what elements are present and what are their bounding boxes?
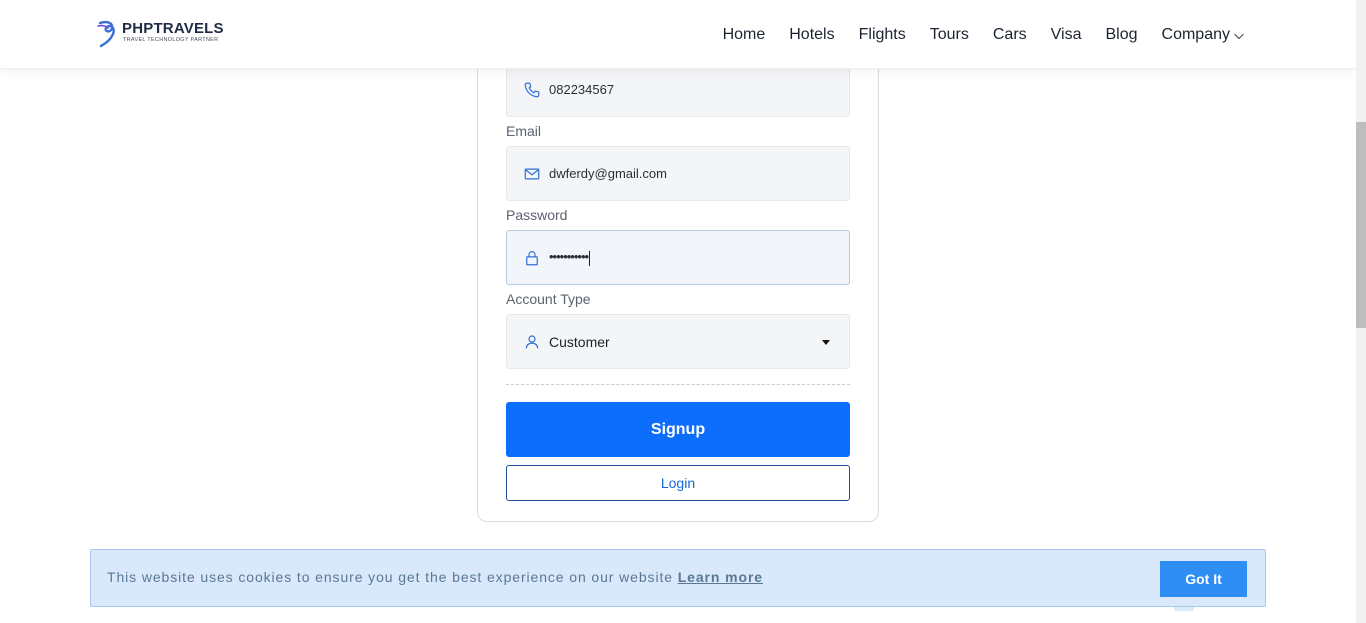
- cookie-banner: This website uses cookies to ensure you …: [90, 549, 1266, 607]
- page-scrollbar[interactable]: [1356, 0, 1366, 623]
- password-value: •••••••••••: [549, 249, 591, 266]
- nav-hotels[interactable]: Hotels: [789, 26, 834, 44]
- nav-home[interactable]: Home: [723, 26, 766, 44]
- email-field[interactable]: dwferdy@gmail.com: [506, 146, 850, 201]
- cookie-message-text: This website uses cookies to ensure you …: [107, 569, 673, 585]
- login-button[interactable]: Login: [506, 465, 850, 501]
- main-nav: Home Hotels Flights Tours Cars Visa Blog…: [723, 0, 1245, 69]
- lock-icon: [526, 250, 538, 265]
- password-label: Password: [506, 207, 568, 223]
- nav-flights-label: Flights: [858, 25, 906, 43]
- brand-tagline: TRAVEL TECHNOLOGY PARTNER: [123, 37, 219, 43]
- envelope-icon: [524, 168, 540, 179]
- nav-visa[interactable]: Visa: [1051, 26, 1082, 44]
- nav-home-label: Home: [722, 25, 766, 43]
- scrollbar-thumb[interactable]: [1356, 122, 1366, 328]
- brand-name: PHPTRAVELS: [122, 20, 224, 37]
- nav-cars[interactable]: Cars: [993, 26, 1027, 44]
- email-label: Email: [506, 123, 542, 139]
- cookie-message: This website uses cookies to ensure you …: [107, 569, 763, 585]
- account-type-label: Account Type: [506, 291, 591, 307]
- form-divider: [506, 384, 850, 385]
- nav-blog-label: Blog: [1105, 25, 1138, 43]
- nav-company-dropdown[interactable]: Company: [1162, 26, 1245, 44]
- brand-text: PHPTRAVELS TRAVEL TECHNOLOGY PARTNER: [122, 20, 224, 43]
- nav-cars-label: Cars: [992, 25, 1027, 43]
- phone-field[interactable]: 082234567: [506, 62, 850, 117]
- text-caret: [589, 250, 591, 266]
- got-it-button[interactable]: Got It: [1160, 561, 1247, 597]
- signup-button[interactable]: Signup: [506, 402, 850, 457]
- nav-tours-label: Tours: [929, 25, 969, 43]
- nav-visa-label: Visa: [1050, 25, 1082, 43]
- nav-tours[interactable]: Tours: [930, 26, 969, 44]
- logo-icon: [97, 20, 115, 48]
- nav-flights[interactable]: Flights: [859, 26, 906, 44]
- password-dots: •••••••••••: [549, 249, 589, 265]
- top-navbar: PHPTRAVELS TRAVEL TECHNOLOGY PARTNER Hom…: [0, 0, 1356, 69]
- nav-hotels-label: Hotels: [789, 25, 835, 43]
- account-type-select[interactable]: Customer: [506, 314, 850, 369]
- learn-more-link[interactable]: Learn more: [678, 569, 763, 585]
- brand-logo[interactable]: PHPTRAVELS TRAVEL TECHNOLOGY PARTNER: [96, 20, 224, 48]
- email-value: dwferdy@gmail.com: [549, 166, 667, 181]
- phone-icon: [524, 82, 540, 97]
- nav-company-label: Company: [1161, 25, 1230, 43]
- chevron-down-icon: [1234, 33, 1244, 39]
- nav-blog[interactable]: Blog: [1105, 26, 1137, 44]
- caret-down-icon: [822, 340, 830, 345]
- password-field[interactable]: •••••••••••: [506, 230, 850, 285]
- phone-value: 082234567: [549, 82, 615, 97]
- user-icon: [525, 334, 539, 348]
- account-type-value: Customer: [549, 333, 610, 350]
